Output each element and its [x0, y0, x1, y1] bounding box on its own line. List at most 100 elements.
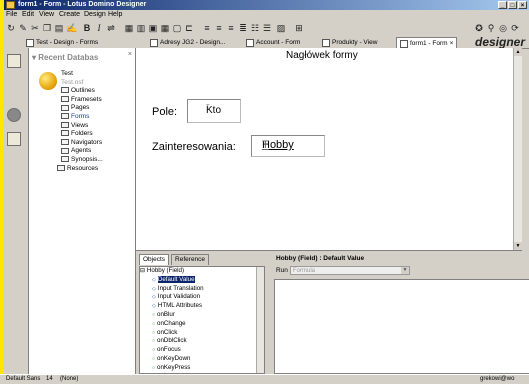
menu-file[interactable]: File	[6, 11, 17, 18]
table-icon[interactable]: ▦	[124, 23, 134, 33]
scroll-down-icon[interactable]: ▼	[514, 242, 522, 250]
object-onchange[interactable]: ○onChange	[140, 320, 264, 329]
tab-objects[interactable]: Objects	[139, 254, 169, 265]
section-icon[interactable]: ▥	[136, 23, 146, 33]
tab-test-design[interactable]: Test - Design - Forms	[26, 37, 98, 48]
status-user[interactable]: grekowi@wo	[480, 376, 514, 382]
tree-item-navigators[interactable]: Navigators	[61, 139, 103, 148]
tree-item-agents[interactable]: Agents	[61, 147, 103, 156]
replicate-icon[interactable]: ⟳	[510, 23, 520, 33]
form-icon	[246, 39, 254, 47]
number-list-icon[interactable]: ☰	[262, 23, 272, 33]
tab-label: Account - Form	[256, 39, 300, 46]
align-left-icon[interactable]: ≡	[202, 23, 212, 33]
chevron-down-icon[interactable]: ▼	[401, 267, 409, 274]
tab-label: Adresy JG2 - Design...	[160, 39, 225, 46]
form-design-pane[interactable]: Nagłówek formy Pole: Kto T Zainteresowan…	[136, 48, 522, 250]
tab-account-form[interactable]: Account - Form	[246, 37, 300, 48]
highlight-icon[interactable]: ⇌	[106, 23, 116, 33]
object-default-value[interactable]: ◇Default Value	[140, 276, 264, 285]
object-ondblclick[interactable]: ○onDblClick	[140, 337, 264, 346]
grid-icon[interactable]: ▦	[160, 23, 170, 33]
object-onblur[interactable]: ○onBlur	[140, 311, 264, 320]
cut-icon[interactable]: ✂	[30, 23, 40, 33]
document-bookmark-icon[interactable]	[7, 132, 21, 146]
bookmark-page-icon[interactable]	[7, 54, 21, 68]
globe-icon[interactable]: ◎	[498, 23, 508, 33]
bullet-list-icon[interactable]: ☷	[250, 23, 260, 33]
tree-label: Agents	[71, 147, 91, 154]
object-onfocus[interactable]: ○onFocus	[140, 346, 264, 355]
code-editor[interactable]	[274, 279, 529, 374]
format-icon[interactable]: ✍	[66, 23, 76, 33]
tree-item-folders[interactable]: Folders	[61, 130, 103, 139]
tab-reference[interactable]: Reference	[171, 254, 209, 265]
tab-produkty-view[interactable]: Produkty - View	[322, 37, 377, 48]
globe-bookmark-icon[interactable]	[7, 108, 21, 122]
close-icon[interactable]: ×	[128, 51, 132, 58]
status-style[interactable]: (None)	[60, 376, 78, 382]
event-icon: ○	[152, 321, 155, 327]
justify-icon[interactable]: ≣	[238, 23, 248, 33]
view-icon	[322, 39, 330, 47]
tree-item-resources[interactable]: Resources	[57, 165, 103, 174]
object-html-attributes[interactable]: ◇HTML Attributes	[140, 302, 264, 311]
align-center-icon[interactable]: ≡	[214, 23, 224, 33]
minimize-button[interactable]: _	[498, 1, 507, 9]
line-icon[interactable]: ⊏	[184, 23, 194, 33]
bold-icon[interactable]: B	[82, 23, 92, 33]
layout-icon[interactable]: ▣	[148, 23, 158, 33]
align-right-icon[interactable]: ≡	[226, 23, 236, 33]
close-button[interactable]: ×	[518, 1, 527, 9]
object-label: onDblClick	[157, 337, 187, 344]
db-name[interactable]: Test	[61, 70, 103, 79]
menu-view[interactable]: View	[39, 11, 54, 18]
tree-item-framesets[interactable]: Framesets	[61, 96, 103, 105]
hobby-field[interactable]: Hobby T	[251, 135, 325, 157]
object-onkeydown[interactable]: ○onKeyDown	[140, 355, 264, 364]
paste-icon[interactable]: ▤	[54, 23, 64, 33]
menu-edit[interactable]: Edit	[22, 11, 34, 18]
tab-close-icon[interactable]: ×	[450, 40, 454, 47]
object-label: onChange	[157, 320, 186, 327]
italic-icon[interactable]: I	[94, 23, 104, 33]
copy-icon[interactable]: ❐	[42, 23, 52, 33]
design-tree: Test Test.nsf Outlines Framesets Pages F…	[53, 70, 103, 173]
menu-bar: File Edit View Create Design Help	[4, 10, 529, 21]
event-icon: ○	[152, 356, 155, 362]
menu-help[interactable]: Help	[108, 11, 122, 18]
object-input-validation[interactable]: ◇Input Validation	[140, 293, 264, 302]
menu-design[interactable]: Design	[84, 11, 106, 18]
status-font[interactable]: Default Sans	[6, 376, 40, 382]
design-scrollbar[interactable]: ▲ ▼	[513, 48, 522, 250]
image-icon[interactable]: ▨	[276, 23, 286, 33]
tree-item-forms[interactable]: Forms	[61, 113, 103, 122]
edit-icon[interactable]: ✎	[18, 23, 28, 33]
maximize-button[interactable]: □	[508, 1, 517, 9]
objects-scrollbar[interactable]	[256, 267, 264, 373]
menu-create[interactable]: Create	[59, 11, 80, 18]
property-icon: ◇	[152, 286, 156, 292]
bookmark-icon[interactable]: ✪	[474, 23, 484, 33]
run-select[interactable]: Formula ▼	[290, 266, 410, 275]
object-root[interactable]: ⊟ Hobby (Field)	[140, 267, 264, 276]
refresh-icon[interactable]: ↻	[6, 23, 16, 33]
tree-item-pages[interactable]: Pages	[61, 104, 103, 113]
tree-item-outlines[interactable]: Outlines	[61, 87, 103, 96]
search-icon[interactable]: ⚲	[486, 23, 496, 33]
kto-field[interactable]: Kto T	[187, 99, 241, 123]
status-size[interactable]: 14	[46, 376, 53, 382]
tree-item-views[interactable]: Views	[61, 122, 103, 131]
tree-item-synopsis[interactable]: Synopsis...	[61, 156, 103, 165]
object-onclick[interactable]: ○onClick	[140, 329, 264, 338]
object-label: onClick	[157, 329, 177, 336]
scroll-up-icon[interactable]: ▲	[514, 48, 522, 56]
collapse-icon[interactable]: ⊟	[140, 267, 145, 274]
object-label: Input Validation	[158, 293, 200, 300]
frame-icon[interactable]: ▢	[172, 23, 182, 33]
table-properties-icon[interactable]: ⊞	[294, 23, 304, 33]
recent-databases-header[interactable]: ▾ Recent Databas	[32, 53, 98, 62]
object-input-translation[interactable]: ◇Input Translation	[140, 285, 264, 294]
tab-adresy-design[interactable]: Adresy JG2 - Design...	[150, 37, 225, 48]
object-onkeypress[interactable]: ○onKeyPress	[140, 364, 264, 373]
